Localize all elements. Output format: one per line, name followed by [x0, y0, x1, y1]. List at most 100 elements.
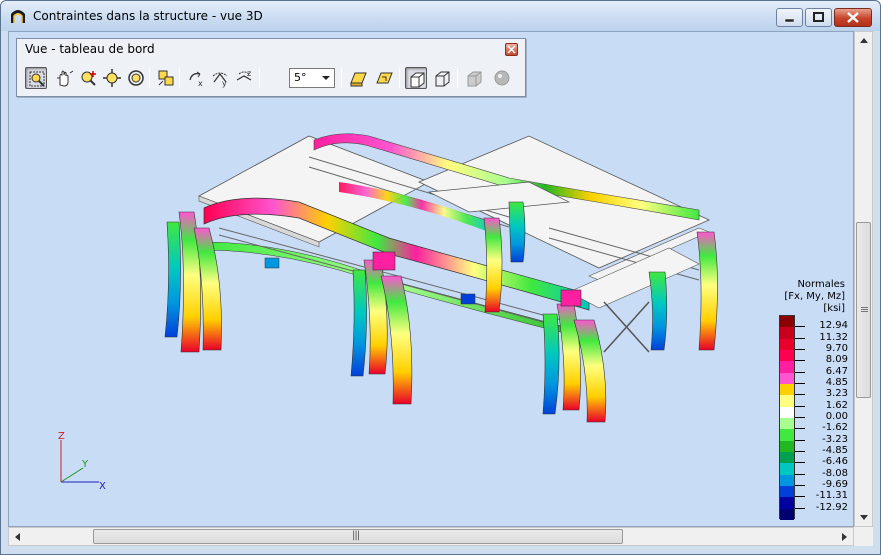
sphere-button[interactable] — [491, 67, 513, 89]
vertical-scrollbar[interactable] — [854, 31, 873, 527]
toolbar-separator — [259, 68, 260, 88]
axis-triad: Z Y X — [58, 431, 106, 492]
chevron-down-icon — [322, 76, 330, 80]
solid-view-icon — [410, 72, 425, 88]
viewport-3d[interactable]: Z Y X Vue - tableau de bord x y z 5° Normal… — [8, 31, 854, 527]
close-icon — [847, 12, 859, 23]
axis-z-label: Z — [58, 431, 65, 442]
toolbar-separator — [341, 68, 342, 88]
legend-title: Normales — [797, 279, 845, 290]
legend-color-swatch — [780, 406, 794, 419]
close-icon — [507, 45, 516, 54]
legend-color-swatch — [780, 350, 794, 362]
maximize-button[interactable] — [805, 8, 832, 27]
wire-view-icon — [435, 71, 450, 87]
view-dashboard-toolbar[interactable]: Vue - tableau de bord x y z 5° — [16, 38, 526, 97]
legend-color-swatch — [780, 316, 794, 328]
legend-color-swatch — [780, 372, 794, 385]
rotate-x-button[interactable]: x — [185, 67, 207, 89]
pan-hand-icon — [57, 70, 74, 87]
svg-text:x: x — [198, 79, 203, 88]
legend-value: 6.47 — [825, 365, 848, 377]
solid-view-button[interactable] — [405, 67, 427, 89]
view-front-button[interactable] — [347, 67, 369, 89]
rotate-icon — [128, 70, 144, 86]
legend-value: -3.23 — [822, 433, 848, 445]
window-title: Contraintes dans la structure - vue 3D — [33, 9, 263, 23]
toolbar-separator — [399, 68, 400, 88]
wire-view-button[interactable] — [431, 67, 453, 89]
legend-color-swatch — [780, 418, 794, 430]
toolbar-separator — [179, 68, 180, 88]
structure-3d-view[interactable]: Z Y X — [9, 32, 854, 527]
legend-value: 8.09 — [825, 354, 848, 366]
legend-color-swatch — [780, 474, 794, 487]
rotate-y-button[interactable]: y — [209, 67, 231, 89]
main-window: Contraintes dans la structure - vue 3D Z… — [0, 0, 881, 555]
legend-color-swatch — [780, 486, 794, 498]
render-icon — [467, 71, 482, 87]
view-back-button[interactable] — [373, 67, 395, 89]
legend-color-swatch — [780, 497, 794, 510]
legend-value: -4.85 — [822, 445, 848, 456]
legend-value: 9.70 — [825, 343, 848, 354]
title-bar[interactable]: Contraintes dans la structure - vue 3D — [1, 1, 880, 31]
legend-value: -11.31 — [815, 490, 848, 502]
rotate-z-button[interactable]: z — [233, 67, 255, 89]
minimize-icon — [784, 18, 795, 23]
horizontal-scroll-thumb[interactable]: ||| — [93, 529, 623, 544]
scroll-corner — [854, 527, 873, 546]
rotate-button[interactable] — [125, 67, 147, 89]
legend-value: 4.85 — [825, 377, 848, 388]
legend-subtitle: [Fx, My, Mz] — [784, 291, 845, 302]
zoom-extent-icon — [103, 69, 121, 87]
minimize-button[interactable] — [776, 8, 803, 27]
app-icon — [11, 10, 25, 23]
legend-color-swatch — [780, 429, 794, 442]
vertical-scroll-thumb[interactable] — [856, 222, 871, 398]
scroll-grip: ||| — [352, 530, 360, 541]
maximize-icon — [813, 12, 824, 22]
rotation-angle-value: 5° — [294, 71, 307, 84]
rotation-angle-select[interactable]: 5° — [289, 68, 335, 88]
rotate-y-icon: y — [212, 72, 228, 88]
zoom-in-button[interactable] — [77, 67, 99, 89]
toolbar-separator — [149, 68, 150, 88]
legend-color-swatch — [780, 463, 794, 476]
scroll-down-icon[interactable] — [855, 509, 872, 526]
legend-value: 0.00 — [825, 411, 848, 422]
zoom-extent-button[interactable] — [101, 67, 123, 89]
legend-value: -1.62 — [822, 422, 848, 434]
legend-color-swatch — [780, 395, 794, 408]
zoom-window-button[interactable] — [25, 67, 47, 89]
select-view-button[interactable] — [155, 67, 177, 89]
legend-value: -8.08 — [822, 467, 848, 479]
legend-unit: [ksi] — [823, 303, 845, 314]
svg-text:y: y — [222, 79, 227, 88]
legend-color-swatch — [780, 361, 794, 374]
legend-value: -9.69 — [822, 479, 848, 490]
scroll-left-icon[interactable] — [9, 528, 26, 545]
legend-color-swatch — [780, 338, 794, 351]
legend-value: 11.32 — [819, 331, 848, 343]
render-button[interactable] — [463, 67, 485, 89]
toolbar-close-button[interactable] — [505, 43, 518, 56]
zoom-in-icon — [81, 71, 96, 86]
horizontal-scrollbar[interactable]: ||| — [8, 527, 854, 546]
close-button[interactable] — [834, 8, 872, 27]
select-view-icon — [158, 70, 174, 86]
scroll-up-icon[interactable] — [855, 32, 872, 49]
legend-color-scale — [779, 315, 795, 521]
legend-value: 3.23 — [825, 388, 848, 400]
legend-value: -6.46 — [822, 456, 848, 468]
axis-x-label: X — [99, 481, 106, 492]
legend-color-swatch — [780, 508, 794, 521]
legend-color-swatch — [780, 327, 794, 340]
legend-value: 12.94 — [819, 320, 848, 332]
legend-value: -12.92 — [815, 501, 848, 513]
rotate-z-icon: z — [236, 69, 252, 81]
scroll-right-icon[interactable] — [836, 528, 853, 545]
pan-hand-button[interactable] — [53, 67, 75, 89]
legend-value: 1.62 — [825, 399, 848, 411]
toolbar-separator — [457, 68, 458, 88]
